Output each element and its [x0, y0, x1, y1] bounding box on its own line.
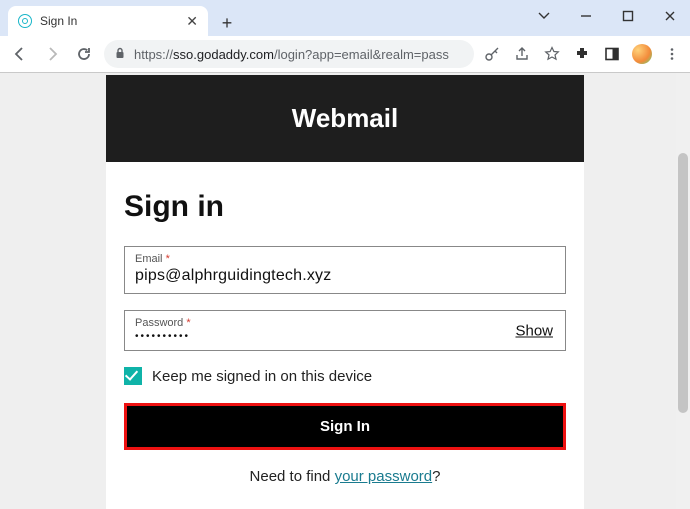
extensions-icon[interactable]	[572, 44, 592, 64]
remember-checkbox[interactable]	[124, 367, 142, 385]
url-text: https://sso.godaddy.com/login?app=email&…	[134, 47, 464, 62]
reload-button[interactable]	[72, 42, 96, 66]
password-field-wrap[interactable]: Password * •••••••••• Show	[124, 310, 566, 351]
key-icon[interactable]	[482, 44, 502, 64]
tab-title: Sign In	[40, 14, 178, 28]
share-icon[interactable]	[512, 44, 532, 64]
scrollbar-thumb[interactable]	[678, 153, 688, 413]
window-controls	[530, 4, 684, 28]
password-input[interactable]: ••••••••••	[135, 331, 555, 342]
page-heading: Sign in	[124, 190, 566, 224]
new-tab-button[interactable]: +	[214, 10, 240, 36]
remember-row: Keep me signed in on this device	[124, 367, 566, 385]
address-bar[interactable]: https://sso.godaddy.com/login?app=email&…	[104, 40, 474, 68]
forward-button[interactable]	[40, 42, 64, 66]
forgot-password-row: Need to find your password?	[124, 468, 566, 485]
email-input[interactable]	[135, 267, 555, 285]
chevron-down-icon[interactable]	[530, 4, 558, 28]
url-prefix: https://	[134, 47, 173, 62]
menu-icon[interactable]	[662, 44, 682, 64]
show-password-link[interactable]: Show	[515, 322, 553, 339]
minimize-button[interactable]	[572, 4, 600, 28]
browser-chrome: Sign In ✕ +	[0, 0, 690, 73]
remember-label: Keep me signed in on this device	[152, 368, 372, 385]
tab-close-icon[interactable]: ✕	[186, 13, 198, 30]
forgot-suffix: ?	[432, 468, 440, 485]
password-label: Password *	[135, 317, 555, 329]
toolbar-icons	[482, 44, 682, 64]
banner-title: Webmail	[106, 75, 584, 162]
browser-tab[interactable]: Sign In ✕	[8, 6, 208, 36]
forgot-password-link[interactable]: your password	[335, 468, 433, 485]
favicon-icon	[18, 14, 32, 28]
page-card: Webmail Sign in Email * Password * •••••…	[106, 75, 584, 509]
browser-toolbar: https://sso.godaddy.com/login?app=email&…	[0, 36, 690, 72]
url-host: sso.godaddy.com	[173, 47, 274, 62]
signin-button[interactable]: Sign In	[127, 406, 563, 447]
url-path: /login?app=email&realm=pass	[274, 47, 449, 62]
star-icon[interactable]	[542, 44, 562, 64]
forgot-prefix: Need to find	[250, 468, 335, 485]
email-field-wrap[interactable]: Email *	[124, 246, 566, 294]
signin-button-highlight: Sign In	[124, 403, 566, 450]
close-window-button[interactable]	[656, 4, 684, 28]
signin-form: Sign in Email * Password * •••••••••• Sh…	[106, 162, 584, 495]
panel-icon[interactable]	[602, 44, 622, 64]
scrollbar[interactable]	[676, 73, 690, 509]
profile-avatar[interactable]	[632, 44, 652, 64]
titlebar: Sign In ✕ +	[0, 0, 690, 36]
avatar-icon	[632, 44, 652, 64]
page-viewport: Webmail Sign in Email * Password * •••••…	[0, 73, 690, 509]
email-label: Email *	[135, 253, 555, 265]
back-button[interactable]	[8, 42, 32, 66]
maximize-button[interactable]	[614, 4, 642, 28]
lock-icon	[114, 47, 126, 62]
